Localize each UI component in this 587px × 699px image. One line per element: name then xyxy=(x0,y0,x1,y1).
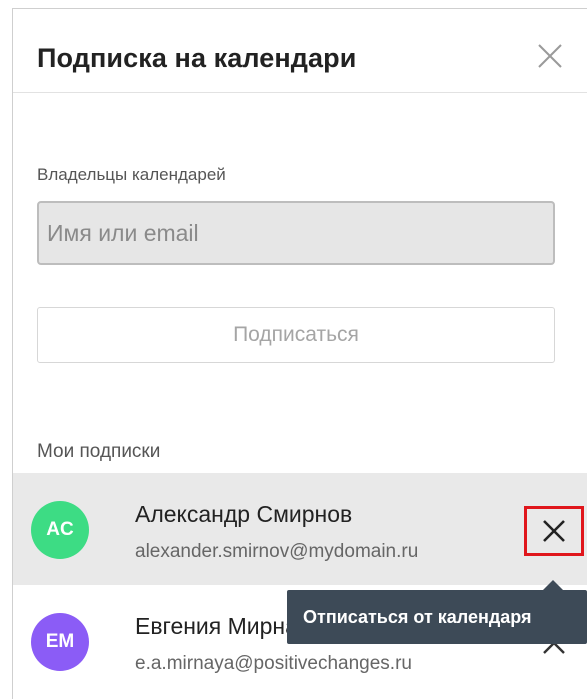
subscriber-email: e.a.mirnaya@positivechanges.ru xyxy=(135,653,412,674)
unsubscribe-tooltip: Отписаться от календаря xyxy=(287,590,587,644)
subscribe-button[interactable]: Подписаться xyxy=(37,307,555,363)
dialog-title: Подписка на календари xyxy=(37,43,357,73)
subscriber-name: Александр Смирнов xyxy=(135,501,353,527)
dialog-header: Подписка на календари xyxy=(13,9,587,93)
owner-search-input[interactable] xyxy=(37,201,555,265)
subscription-row[interactable]: AC Александр Смирнов alexander.smirnov@m… xyxy=(13,473,587,585)
unsubscribe-button[interactable] xyxy=(524,506,584,556)
close-icon xyxy=(543,520,565,542)
avatar: AC xyxy=(31,501,89,559)
close-dialog-button[interactable] xyxy=(535,41,565,71)
my-subscriptions-label: Мои подписки xyxy=(37,441,161,462)
subscriber-email: alexander.smirnov@mydomain.ru xyxy=(135,541,419,562)
close-icon xyxy=(538,44,562,68)
subscriber-name: Евгения Мирная xyxy=(135,613,311,639)
avatar-initials: EM xyxy=(45,631,75,652)
avatar-initials: AC xyxy=(46,519,74,540)
owners-label: Владельцы календарей xyxy=(37,165,226,184)
tooltip-arrow xyxy=(543,580,563,590)
avatar: EM xyxy=(31,613,89,671)
